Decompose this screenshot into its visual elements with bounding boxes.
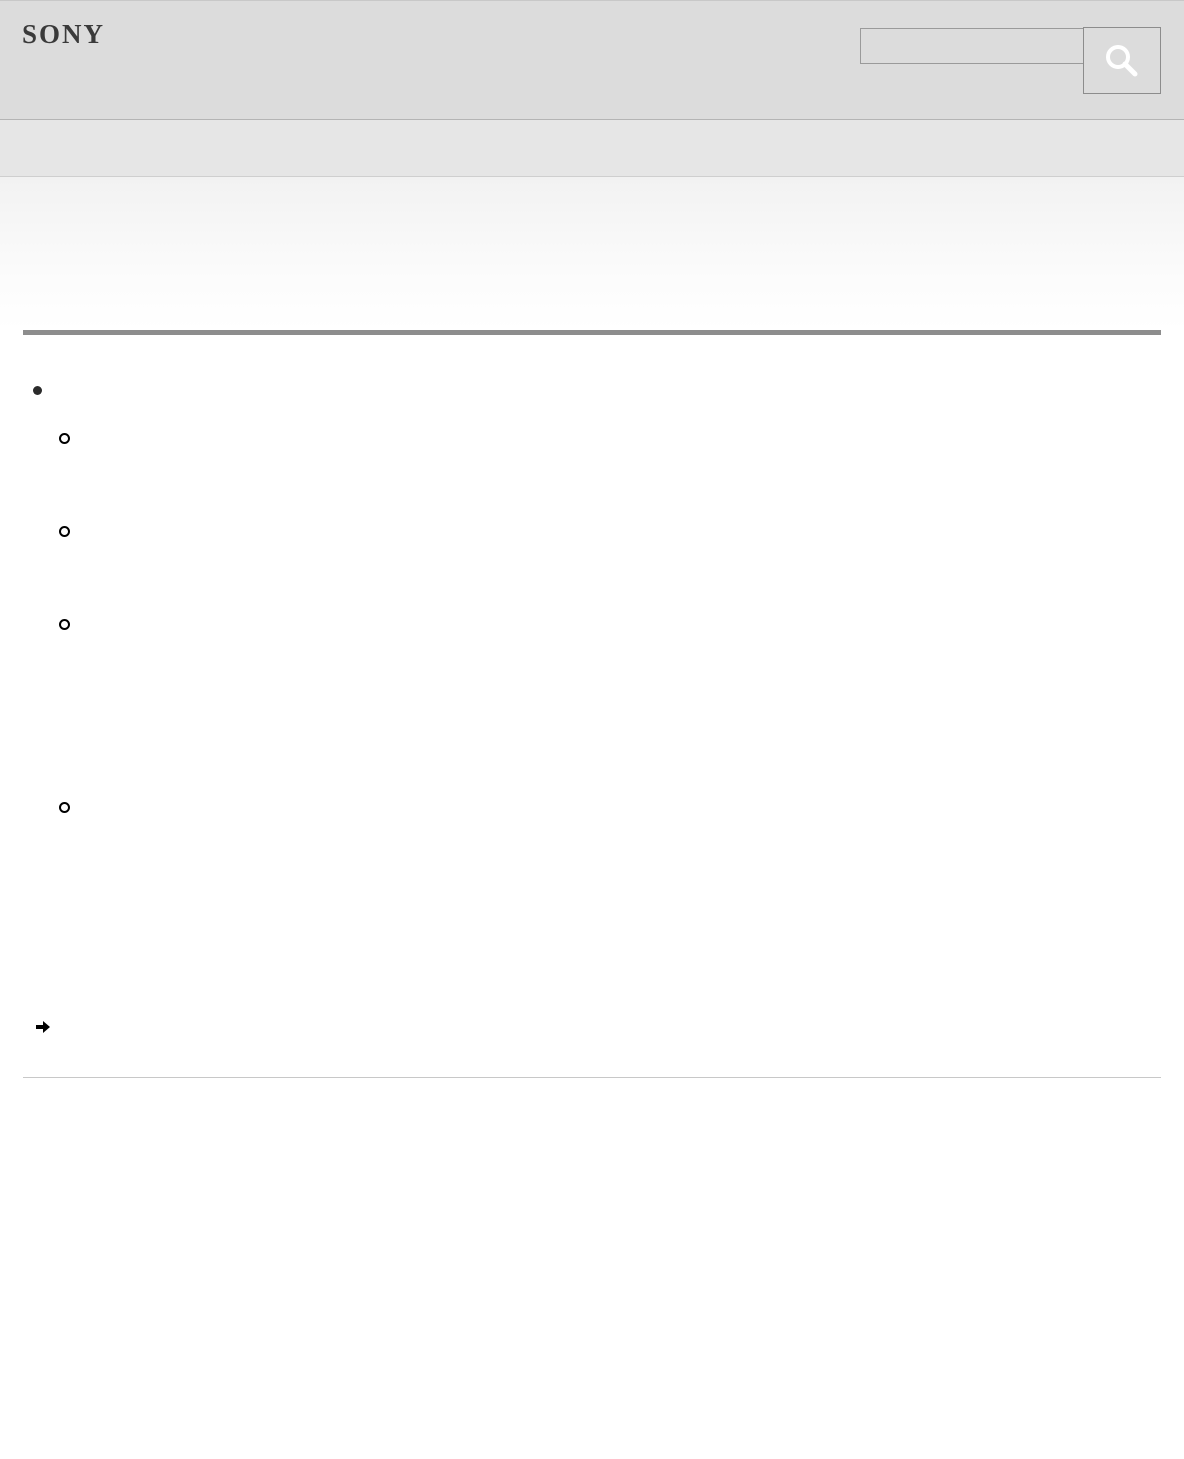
search-button[interactable] xyxy=(1083,27,1161,94)
related-topic-link[interactable] xyxy=(35,1020,53,1034)
search-input[interactable] xyxy=(860,28,1086,64)
search-icon xyxy=(1106,45,1138,77)
list-bullet xyxy=(33,386,42,395)
page-title-area xyxy=(0,177,1184,330)
footer-divider xyxy=(23,1077,1161,1078)
sub-list-bullet xyxy=(59,802,70,813)
site-header: SONY xyxy=(0,0,1184,120)
nav-bar xyxy=(0,120,1184,177)
title-divider xyxy=(23,330,1161,335)
sony-logo[interactable]: SONY xyxy=(22,19,105,50)
sub-list-bullet xyxy=(59,526,70,537)
sub-list-bullet xyxy=(59,619,70,630)
sub-list-bullet xyxy=(59,433,70,444)
arrow-right-icon xyxy=(36,1021,50,1033)
